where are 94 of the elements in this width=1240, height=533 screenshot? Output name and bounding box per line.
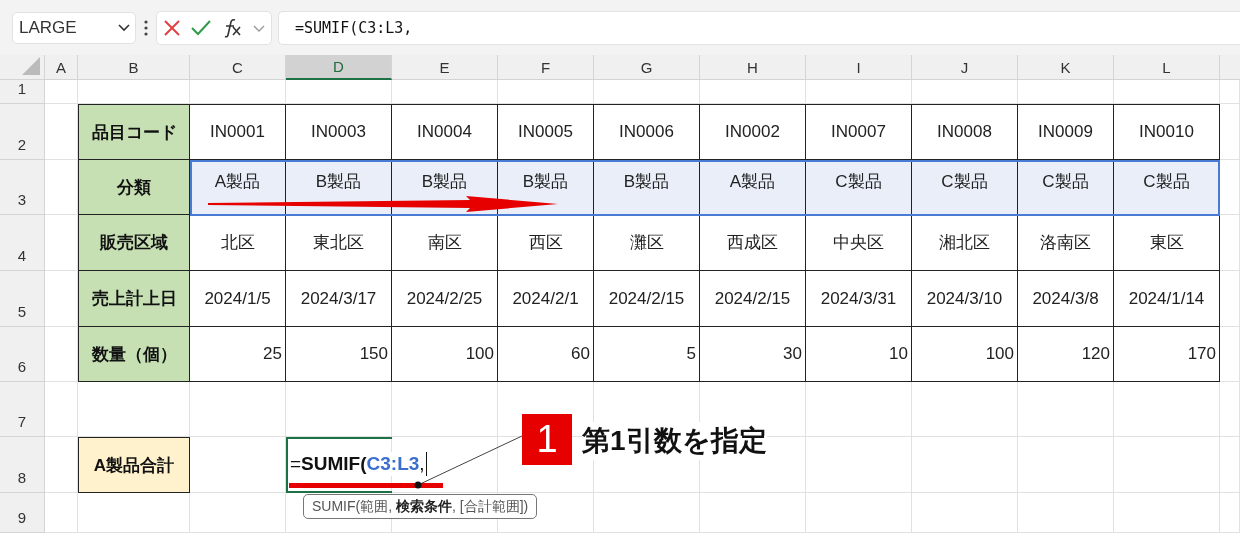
table-cell: 5 (594, 327, 700, 382)
total-label-cell: A製品合計 (78, 437, 190, 493)
table-cell: 西成区 (700, 215, 806, 271)
table-cell: 100 (392, 327, 498, 382)
column-header[interactable]: F (498, 55, 594, 80)
row-label-cell: 販売区域 (78, 214, 190, 271)
name-box-value: LARGE (19, 17, 77, 38)
table-cell: 南区 (392, 215, 498, 271)
check-icon[interactable] (191, 19, 211, 36)
table-cell: 灘区 (594, 215, 700, 271)
table-cell: 2024/1/5 (190, 271, 286, 327)
empty-cell (1220, 271, 1240, 327)
table-cell: 2024/2/25 (392, 271, 498, 327)
table-cell: 2024/2/15 (700, 271, 806, 327)
table-cell: C製品 (912, 160, 1018, 215)
row-header[interactable]: 1 (0, 80, 45, 104)
column-header[interactable]: I (806, 55, 912, 80)
column-header[interactable]: H (700, 55, 806, 80)
table-cell: 30 (700, 327, 806, 382)
table-cell: 2024/3/31 (806, 271, 912, 327)
table-cell: 2024/3/17 (286, 271, 392, 327)
empty-cell (1220, 327, 1240, 382)
function-tooltip: SUMIF(範囲, 検索条件, [合計範囲]) (303, 494, 538, 519)
table-cell: 西区 (498, 215, 594, 271)
cancel-icon[interactable] (163, 18, 181, 37)
row-header[interactable]: 3 (0, 160, 45, 215)
column-header[interactable]: D (286, 55, 392, 80)
empty-cell (1220, 104, 1240, 160)
column-header[interactable]: K (1018, 55, 1114, 80)
table-cell: IN0006 (594, 104, 700, 160)
table-cell: IN0005 (498, 104, 594, 160)
empty-cell (1220, 215, 1240, 271)
empty-cell (1220, 493, 1240, 533)
table-cell: IN0004 (392, 104, 498, 160)
column-header[interactable]: J (912, 55, 1018, 80)
column-header[interactable]: C (190, 55, 286, 80)
table-cell: 北区 (190, 215, 286, 271)
row-header[interactable]: 4 (0, 215, 45, 271)
table-cell: IN0010 (1114, 104, 1220, 160)
table-cell: 2024/2/15 (594, 271, 700, 327)
table-cell: IN0001 (190, 104, 286, 160)
empty-cell (1220, 437, 1240, 493)
row-header[interactable]: 9 (0, 493, 45, 533)
chevron-down-icon (117, 22, 131, 33)
formula-bar[interactable]: =SUMIF(C3:L3, (278, 10, 1240, 45)
table-cell: IN0009 (1018, 104, 1114, 160)
table-cell: 60 (498, 327, 594, 382)
table-cell: IN0008 (912, 104, 1018, 160)
name-box[interactable]: LARGE (12, 11, 136, 44)
table-cell: 2024/3/8 (1018, 271, 1114, 327)
table-cell: 洛南区 (1018, 215, 1114, 271)
row-label-cell: 数量（個） (78, 326, 190, 382)
more-icon[interactable] (142, 18, 150, 37)
row-header[interactable]: 5 (0, 271, 45, 327)
row-header[interactable]: 8 (0, 437, 45, 493)
table-cell: C製品 (806, 160, 912, 215)
column-header[interactable]: E (392, 55, 498, 80)
table-cell: 10 (806, 327, 912, 382)
table-cell: 150 (286, 327, 392, 382)
table-cell: 2024/1/14 (1114, 271, 1220, 327)
table-cell: 2024/3/10 (912, 271, 1018, 327)
table-cell: 中央区 (806, 215, 912, 271)
table-cell: 東区 (1114, 215, 1220, 271)
row-label-cell: 売上計上日 (78, 270, 190, 327)
table-cell: C製品 (1018, 160, 1114, 215)
step-badge: 1 (522, 414, 572, 465)
table-cell: 120 (1018, 327, 1114, 382)
table-cell: C製品 (1114, 160, 1220, 215)
table-cell: 100 (912, 327, 1018, 382)
column-header[interactable]: B (78, 55, 190, 80)
row-label-cell: 分類 (78, 159, 190, 215)
table-cell: A製品 (700, 160, 806, 215)
row-header[interactable]: 2 (0, 104, 45, 160)
table-cell: IN0007 (806, 104, 912, 160)
table-cell: IN0003 (286, 104, 392, 160)
empty-cell (1220, 382, 1240, 437)
callout-text: 第1引数を指定 (582, 422, 767, 460)
formula-text: =SUMIF(C3:L3, (290, 452, 427, 476)
empty-cell (45, 493, 78, 533)
row-header[interactable]: 6 (0, 327, 45, 382)
empty-cell (1220, 160, 1240, 215)
empty-cell (45, 382, 78, 437)
table-cell: 湘北区 (912, 215, 1018, 271)
row-label-cell: 品目コード (78, 104, 190, 160)
column-header[interactable]: A (45, 55, 78, 80)
table-cell: 25 (190, 327, 286, 382)
row-header[interactable]: 7 (0, 382, 45, 437)
table-cell: IN0002 (700, 104, 806, 160)
table-cell: B製品 (594, 160, 700, 215)
column-header[interactable]: G (594, 55, 700, 80)
table-cell: 東北区 (286, 215, 392, 271)
table-cell: 170 (1114, 327, 1220, 382)
table-cell: 2024/2/1 (498, 271, 594, 327)
column-header[interactable]: L (1114, 55, 1220, 80)
